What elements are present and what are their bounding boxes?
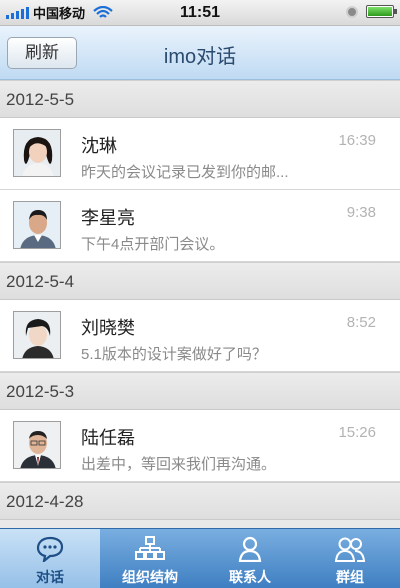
contact-name: 李星亮 xyxy=(81,208,135,228)
tab-1[interactable]: 组织结构 xyxy=(100,529,200,588)
message-preview: 下午4点开部门会议。 xyxy=(81,236,225,253)
date-header: 2012-4-28 xyxy=(0,482,400,520)
message-time: 8:52 xyxy=(346,314,376,331)
status-bar: 中国移动 11:51 xyxy=(0,0,400,26)
message-time: 16:39 xyxy=(338,132,376,149)
avatar xyxy=(13,201,61,249)
tab-label: 联系人 xyxy=(229,569,271,585)
contact-name: 沈琳 xyxy=(81,136,117,156)
tab-label: 群组 xyxy=(336,569,364,585)
date-header: 2012-5-3 xyxy=(0,372,400,410)
navigation-bar: 刷新 imo对话 xyxy=(0,26,400,80)
avatar xyxy=(13,129,61,177)
tab-3[interactable]: 群组 xyxy=(300,529,400,588)
conversation-item[interactable]: 李星亮下午4点开部门会议。 9:38 xyxy=(0,190,400,262)
tab-label: 组织结构 xyxy=(122,569,178,585)
page-title: imo对话 xyxy=(163,46,237,68)
conversation-item[interactable]: 沈琳昨天的会议记录已发到你的邮... 16:39 xyxy=(0,118,400,190)
message-preview: 昨天的会议记录已发到你的邮... xyxy=(81,164,289,181)
tab-2[interactable]: 联系人 xyxy=(200,529,300,588)
avatar xyxy=(13,311,61,359)
conversation-item[interactable]: 陆任磊出差中，等回来我们再沟通。 15:26 xyxy=(0,410,400,482)
status-clock: 11:51 xyxy=(179,4,221,21)
message-preview: 5.1版本的设计案做好了吗？ xyxy=(81,346,267,363)
date-header: 2012-5-4 xyxy=(0,262,400,300)
date-header: 2012-5-5 xyxy=(0,80,400,118)
contact-name: 陆任磊 xyxy=(81,428,135,448)
orientation-lock-icon xyxy=(346,5,358,18)
message-time: 9:38 xyxy=(346,204,376,221)
conversation-list[interactable]: 2012-5-5 沈琳昨天的会议记录已发到你的邮... 16:39 李星亮下午4点开部… xyxy=(0,80,400,528)
conversation-item[interactable]: 刘晓樊 5.1版本的设计案做好了吗？ 8:52 xyxy=(0,300,400,372)
tab-label: 对话 xyxy=(36,569,64,585)
message-time: 15:26 xyxy=(338,424,376,441)
tab-0[interactable]: 对话 xyxy=(0,529,100,588)
avatar xyxy=(13,421,61,469)
battery-icon xyxy=(366,5,397,18)
tab-bar: 对话 组织结构 联系人 群组 xyxy=(0,528,400,588)
contact-name: 刘晓樊 xyxy=(81,318,135,338)
message-preview: 出差中，等回来我们再沟通。 xyxy=(81,456,277,473)
